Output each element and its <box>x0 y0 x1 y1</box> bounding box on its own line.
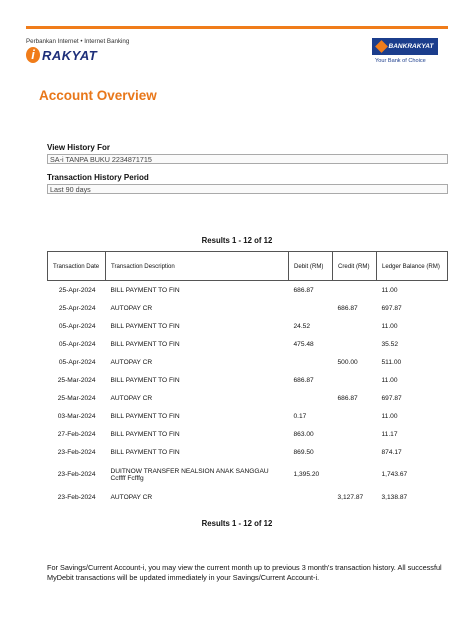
cell-debit <box>289 299 333 317</box>
cell-description: BILL PAYMENT TO FIN <box>110 448 180 456</box>
cell-credit: 3,127.87 <box>337 493 364 501</box>
col-debit: Debit (RM) <box>288 251 333 281</box>
cell-debit: 0.17 <box>293 412 307 420</box>
table-row: 25-Mar-2024 BILL PAYMENT TO FIN 686.87 1… <box>48 371 448 389</box>
table-row: 05-Apr-2024 BILL PAYMENT TO FIN 24.52 11… <box>48 317 448 335</box>
cell-date: 23-Feb-2024 <box>57 448 96 456</box>
table-row: 25-Apr-2024 AUTOPAY CR 686.87 697.87 <box>48 299 448 317</box>
cell-date: 03-Mar-2024 <box>57 412 96 420</box>
cell-credit <box>333 317 377 335</box>
cell-credit: 686.87 <box>337 304 358 312</box>
cell-description: AUTOPAY CR <box>110 358 153 366</box>
cell-balance: 1,743.67 <box>381 471 408 478</box>
table-row: 23-Feb-2024 DUITNOW TRANSFER NEALSION AN… <box>48 461 448 488</box>
col-credit: Credit (RM) <box>332 251 377 281</box>
cell-debit: 869.50 <box>293 448 314 456</box>
cell-date: 23-Feb-2024 <box>57 493 96 501</box>
cell-date: 05-Apr-2024 <box>58 358 96 366</box>
period-field[interactable]: Last 90 days <box>47 184 448 194</box>
cell-balance: 3,138.87 <box>381 493 408 501</box>
cell-date: 25-Mar-2024 <box>57 376 96 384</box>
cell-description: AUTOPAY CR <box>110 394 153 402</box>
results-count-bottom: Results 1 - 12 of 12 <box>201 519 273 528</box>
cell-date: 05-Apr-2024 <box>58 340 96 348</box>
bank-name: BANKRAKYAT <box>388 43 434 50</box>
history-label: View History For <box>47 143 110 152</box>
cell-debit: 686.87 <box>293 376 314 384</box>
cell-credit <box>333 281 377 300</box>
cell-balance: 11.00 <box>381 376 398 384</box>
results-count-top: Results 1 - 12 of 12 <box>201 236 273 245</box>
cell-debit: 24.52 <box>293 322 311 330</box>
table-row: 05-Apr-2024 AUTOPAY CR 500.00 511.00 <box>48 353 448 371</box>
cell-credit <box>333 371 377 389</box>
cell-credit <box>333 407 377 425</box>
header-accent-bar <box>26 26 448 29</box>
col-ledger-balance: Ledger Balance (RM) <box>376 251 448 281</box>
cell-balance: 11.00 <box>381 322 398 330</box>
cell-description: BILL PAYMENT TO FIN <box>110 430 180 438</box>
col-transaction-description: Transaction Description <box>105 251 289 281</box>
transaction-table: Transaction Date Transaction Description… <box>47 251 448 506</box>
cell-description: AUTOPAY CR <box>110 493 153 501</box>
cell-balance: 11.00 <box>381 412 398 420</box>
irakyat-logo[interactable]: i RAKYAT <box>26 46 97 64</box>
cell-date: 25-Mar-2024 <box>57 394 96 402</box>
cell-balance: 697.87 <box>381 394 402 402</box>
period-label: Transaction History Period <box>47 173 149 182</box>
cell-date: 05-Apr-2024 <box>58 322 96 330</box>
cell-description: BILL PAYMENT TO FIN <box>110 286 180 294</box>
cell-credit <box>333 335 377 353</box>
cell-description: AUTOPAY CR <box>110 304 153 312</box>
cell-balance: 697.87 <box>381 304 402 312</box>
table-row: 03-Mar-2024 BILL PAYMENT TO FIN 0.17 11.… <box>48 407 448 425</box>
table-row: 25-Mar-2024 AUTOPAY CR 686.87 697.87 <box>48 389 448 407</box>
col-transaction-date: Transaction Date <box>47 251 106 281</box>
table-row: 23-Feb-2024 BILL PAYMENT TO FIN 869.50 8… <box>48 443 448 461</box>
cell-balance: 511.00 <box>381 358 402 366</box>
bank-tagline: Your Bank of Choice <box>375 58 426 64</box>
banking-tagline: Perbankan Internet • Internet Banking <box>26 38 130 45</box>
cell-credit <box>333 425 377 443</box>
cell-description: BILL PAYMENT TO FIN <box>110 376 180 384</box>
logo-i-icon: i <box>26 47 40 63</box>
cell-debit <box>289 389 333 407</box>
cell-debit: 686.87 <box>293 286 314 294</box>
cell-date: 23-Feb-2024 <box>57 471 96 478</box>
cell-credit <box>333 443 377 461</box>
cell-date: 27-Feb-2024 <box>57 430 96 438</box>
bank-mark-icon <box>374 40 388 53</box>
logo-text: RAKYAT <box>42 47 98 63</box>
cell-debit <box>289 488 333 506</box>
cell-balance: 35.52 <box>381 340 399 348</box>
cell-date: 25-Apr-2024 <box>58 304 96 312</box>
cell-credit: 500.00 <box>337 358 358 366</box>
table-header-row: Transaction Date Transaction Description… <box>47 251 448 281</box>
table-row: 27-Feb-2024 BILL PAYMENT TO FIN 863.00 1… <box>48 425 448 443</box>
cell-description: BILL PAYMENT TO FIN <box>110 412 180 420</box>
history-account-field[interactable]: SA-i TANPA BUKU 2234871715 <box>47 154 448 164</box>
bank-rakyat-logo: BANKRAKYAT <box>372 38 438 55</box>
cell-date: 25-Apr-2024 <box>58 286 96 294</box>
cell-debit: 475.48 <box>293 340 314 348</box>
page-title: Account Overview <box>39 88 157 103</box>
cell-debit: 1,395.20 <box>293 471 320 478</box>
cell-balance: 11.17 <box>381 430 398 438</box>
cell-description: BILL PAYMENT TO FIN <box>110 340 180 348</box>
table-row: 05-Apr-2024 BILL PAYMENT TO FIN 475.48 3… <box>48 335 448 353</box>
cell-credit: 686.87 <box>337 394 358 402</box>
cell-description: BILL PAYMENT TO FIN <box>110 322 180 330</box>
table-row: 25-Apr-2024 BILL PAYMENT TO FIN 686.87 1… <box>48 281 448 300</box>
history-note: For Savings/Current Account-i, you may v… <box>47 563 442 582</box>
cell-debit: 863.00 <box>293 430 314 438</box>
cell-debit <box>289 353 333 371</box>
cell-balance: 874.17 <box>381 448 402 456</box>
cell-description: DUITNOW TRANSFER NEALSION ANAK SANGGAU C… <box>110 467 269 482</box>
cell-credit <box>333 461 377 488</box>
table-row: 23-Feb-2024 AUTOPAY CR 3,127.87 3,138.87 <box>48 488 448 506</box>
cell-balance: 11.00 <box>381 286 398 294</box>
